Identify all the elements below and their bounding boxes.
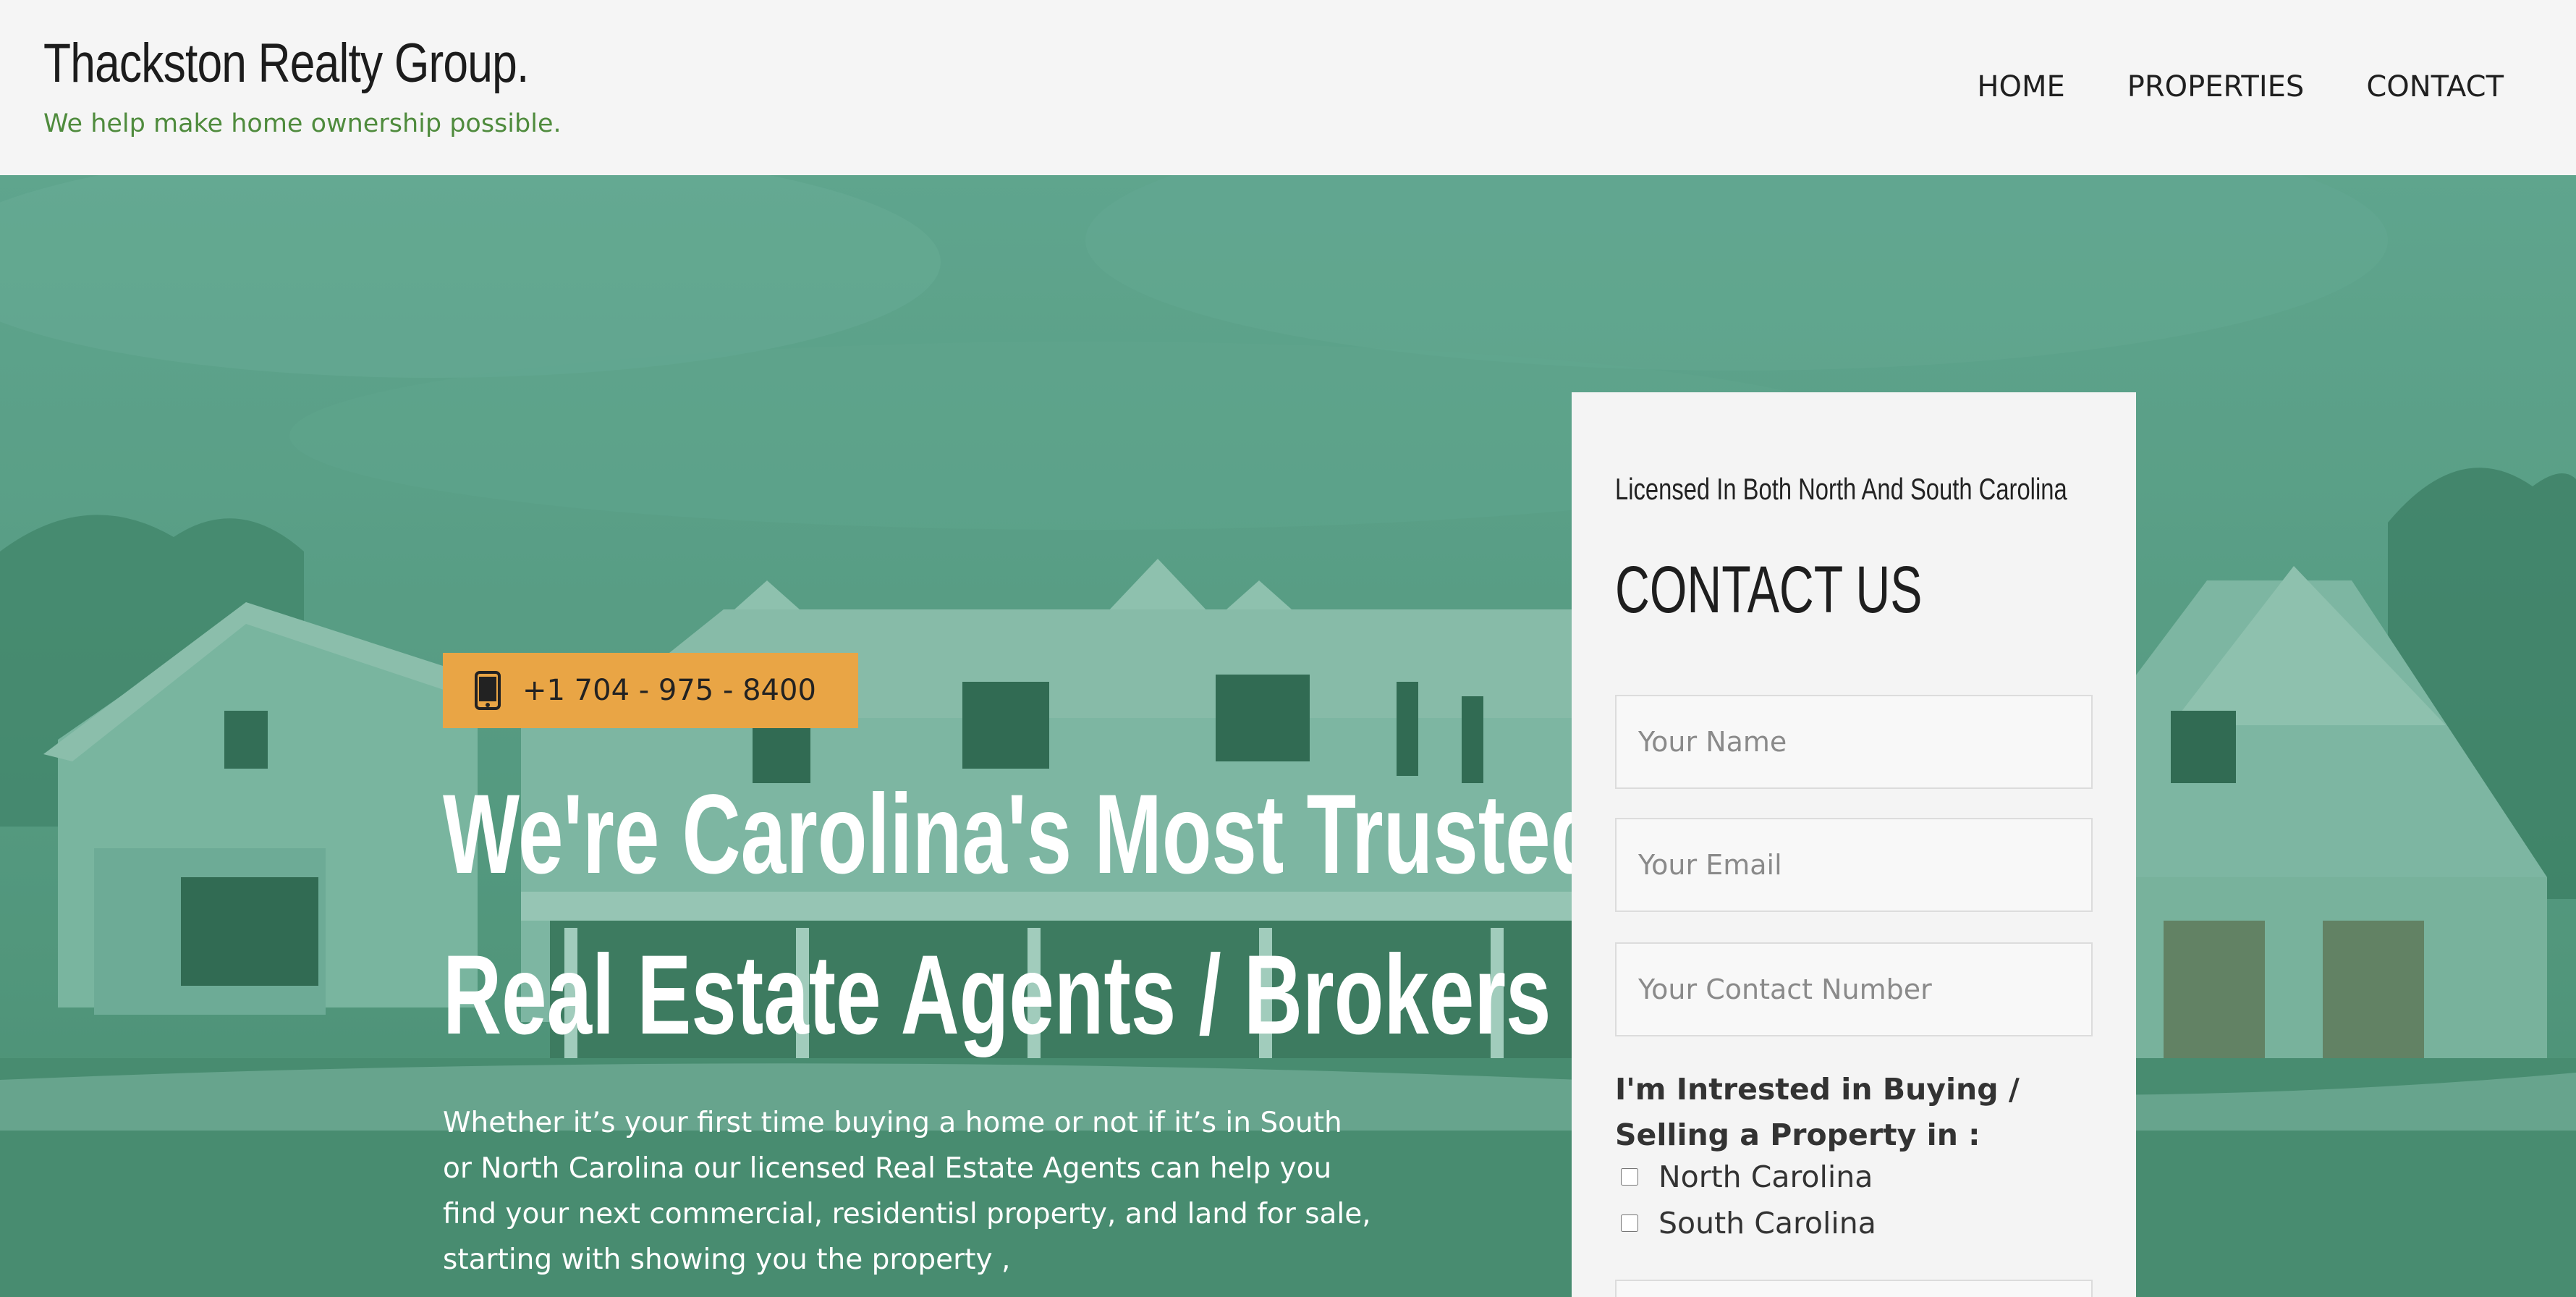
nav-properties[interactable]: PROPERTIES xyxy=(2127,65,2305,109)
south-carolina-label: South Carolina xyxy=(1658,1206,1876,1241)
mobile-phone-icon xyxy=(475,671,501,710)
contact-number-input[interactable] xyxy=(1615,942,2093,1036)
next-form-field[interactable] xyxy=(1615,1280,2093,1297)
hero-headline-line-2: Real Estate Agents / Brokers xyxy=(443,932,1551,1058)
interest-label: I'm Intrested in Buying / Selling a Prop… xyxy=(1615,1072,2020,1152)
option-north-carolina[interactable]: North Carolina xyxy=(1615,1159,1873,1194)
hero-headline: We're Carolina's Most Trusted Real Estat… xyxy=(443,754,1601,1076)
main-nav: HOME PROPERTIES CONTACT xyxy=(1977,65,2504,109)
hero-body-text: Whether it’s your first time buying a ho… xyxy=(443,1107,1371,1276)
nav-home[interactable]: HOME xyxy=(1977,65,2064,109)
option-south-carolina[interactable]: South Carolina xyxy=(1615,1206,1876,1241)
hero-headline-line-1: We're Carolina's Most Trusted xyxy=(443,772,1601,897)
north-carolina-checkbox[interactable] xyxy=(1621,1168,1638,1186)
contact-form-card: Licensed In Both North And South Carolin… xyxy=(1572,392,2136,1297)
brand-title[interactable]: Thackston Realty Group. xyxy=(43,28,529,100)
name-input[interactable] xyxy=(1615,695,2093,789)
hero-section: +1 704 - 975 - 8400 We're Carolina's Mos… xyxy=(0,175,2576,1297)
phone-badge[interactable]: +1 704 - 975 - 8400 xyxy=(443,653,858,728)
license-note: Licensed In Both North And South Carolin… xyxy=(1615,472,2067,506)
phone-number[interactable]: +1 704 - 975 - 8400 xyxy=(522,674,816,707)
brand-tagline: We help make home ownership possible. xyxy=(43,109,562,138)
contact-title: CONTACT US xyxy=(1615,553,1923,627)
south-carolina-checkbox[interactable] xyxy=(1621,1214,1638,1232)
site-header: Thackston Realty Group. We help make hom… xyxy=(0,0,2576,175)
north-carolina-label: North Carolina xyxy=(1658,1159,1873,1194)
nav-contact[interactable]: CONTACT xyxy=(2366,65,2504,109)
email-input[interactable] xyxy=(1615,818,2093,912)
